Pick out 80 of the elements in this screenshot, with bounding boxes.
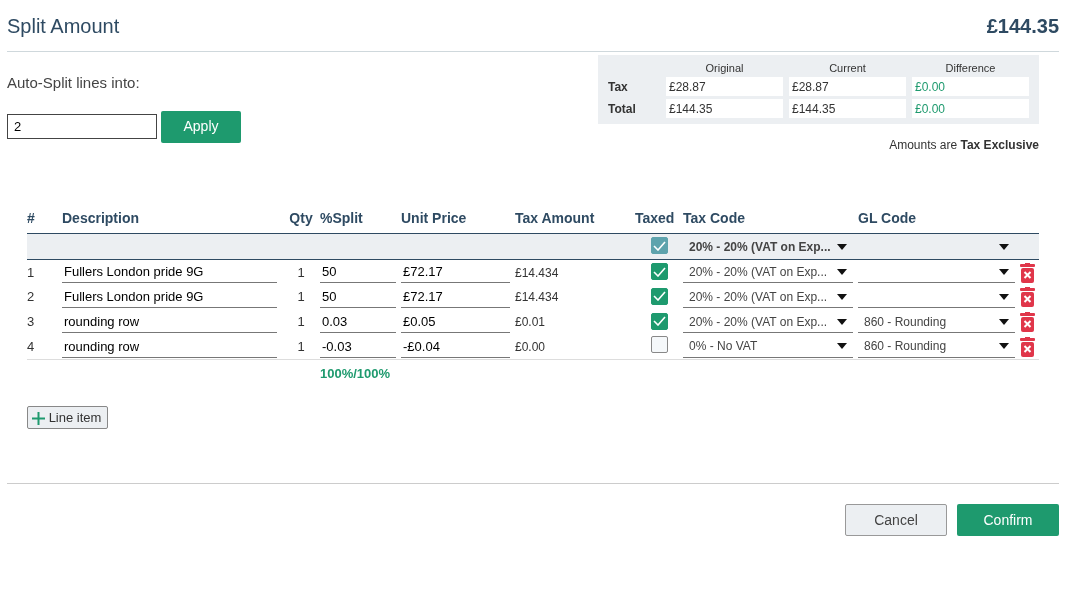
caret-icon bbox=[837, 318, 847, 325]
description-field[interactable]: rounding row bbox=[62, 335, 277, 358]
column-header: Taxed bbox=[635, 204, 683, 234]
split-field[interactable]: -0.03 bbox=[320, 335, 396, 358]
column-header: Description bbox=[62, 204, 282, 234]
row-number: 1 bbox=[27, 259, 62, 285]
split-total: 100%/100% bbox=[320, 366, 391, 381]
caret-icon bbox=[999, 243, 1009, 250]
quantity: 1 bbox=[297, 289, 305, 305]
checkbox[interactable] bbox=[650, 312, 668, 330]
column-header: Difference bbox=[944, 63, 997, 74]
split-field[interactable]: 0.03 bbox=[320, 311, 396, 333]
apply-button[interactable]: Apply bbox=[161, 110, 241, 143]
plus-icon bbox=[32, 411, 45, 425]
checkbox[interactable] bbox=[650, 287, 668, 305]
caret-icon bbox=[837, 268, 847, 275]
quantity: 1 bbox=[297, 339, 305, 354]
row-number: 3 bbox=[27, 309, 62, 335]
caret-icon bbox=[999, 343, 1009, 350]
tax-amount: £14.434 bbox=[515, 290, 559, 305]
split-field[interactable]: 50 bbox=[320, 261, 396, 284]
column-header: Tax Amount bbox=[515, 204, 635, 234]
tax-amount: £14.434 bbox=[515, 265, 559, 280]
tax-amount: £0.00 bbox=[515, 340, 546, 354]
trash-icon[interactable] bbox=[1020, 262, 1035, 283]
quantity: 1 bbox=[297, 264, 305, 280]
row-number: 2 bbox=[27, 284, 62, 310]
column-header: Tax Code bbox=[683, 204, 858, 234]
price-field[interactable]: -£0.04 bbox=[401, 335, 510, 358]
description-field[interactable]: rounding row bbox=[62, 311, 277, 333]
tax-amount: £0.01 bbox=[515, 315, 546, 330]
column-header: Qty bbox=[282, 204, 320, 234]
checkbox[interactable] bbox=[650, 237, 668, 255]
cancel-button[interactable]: Cancel bbox=[845, 504, 947, 536]
tax-note: Amounts are Tax Exclusive bbox=[888, 137, 1039, 154]
trash-icon[interactable] bbox=[1020, 287, 1035, 308]
caret-icon bbox=[837, 243, 847, 250]
trash-icon[interactable] bbox=[1020, 312, 1035, 333]
dropdown[interactable]: 20% - 20% (VAT on Exp... bbox=[683, 261, 853, 284]
caret-icon bbox=[837, 343, 847, 350]
trash-icon[interactable] bbox=[1020, 337, 1035, 358]
column-header: Unit Price bbox=[401, 204, 515, 234]
dropdown[interactable]: 0% - No VAT bbox=[683, 335, 853, 358]
dropdown[interactable]: 860 - Rounding bbox=[858, 311, 1015, 333]
difference-cell: £0.00 bbox=[912, 77, 1029, 96]
confirm-button[interactable]: Confirm bbox=[957, 504, 1059, 536]
value-cell: £144.35 bbox=[789, 99, 906, 118]
caret-icon bbox=[999, 293, 1009, 300]
column-header: %Split bbox=[320, 204, 401, 234]
checkbox[interactable] bbox=[650, 263, 668, 280]
row-label: Tax bbox=[608, 78, 629, 96]
total-amount: £144.35 bbox=[986, 13, 1059, 39]
description-field[interactable]: Fullers London pride 9G bbox=[62, 286, 277, 308]
field-label: Auto-Split lines into: bbox=[7, 73, 141, 93]
price-field[interactable]: £72.17 bbox=[401, 286, 510, 308]
dropdown[interactable]: 20% - 20% (VAT on Exp... bbox=[683, 311, 853, 333]
caret-icon bbox=[837, 293, 847, 300]
dropdown[interactable]: 860 - Rounding bbox=[858, 335, 1015, 358]
column-header: Current bbox=[828, 63, 867, 74]
description-field[interactable]: Fullers London pride 9G bbox=[62, 261, 277, 284]
value-cell: £28.87 bbox=[666, 77, 783, 96]
split-field[interactable]: 50 bbox=[320, 286, 396, 308]
column-header: # bbox=[27, 204, 62, 234]
column-header: GL Code bbox=[858, 204, 1020, 234]
value-cell: £144.35 bbox=[666, 99, 783, 118]
caret-icon bbox=[999, 318, 1009, 325]
quantity: 1 bbox=[297, 314, 305, 330]
value-cell: £28.87 bbox=[789, 77, 906, 96]
row-number: 4 bbox=[27, 334, 62, 360]
price-field[interactable]: £72.17 bbox=[401, 261, 510, 284]
add-line-button[interactable]: Line item bbox=[27, 405, 109, 429]
checkbox[interactable] bbox=[650, 335, 668, 353]
row-label: Total bbox=[608, 100, 637, 118]
dialog-title: Split Amount bbox=[7, 13, 120, 38]
split-count-field[interactable]: 2 bbox=[7, 114, 157, 139]
price-field[interactable]: £0.05 bbox=[401, 311, 510, 333]
caret-icon bbox=[999, 268, 1009, 275]
difference-cell: £0.00 bbox=[912, 99, 1029, 118]
dropdown[interactable]: 20% - 20% (VAT on Exp... bbox=[683, 286, 853, 308]
column-header: Original bbox=[704, 63, 745, 74]
